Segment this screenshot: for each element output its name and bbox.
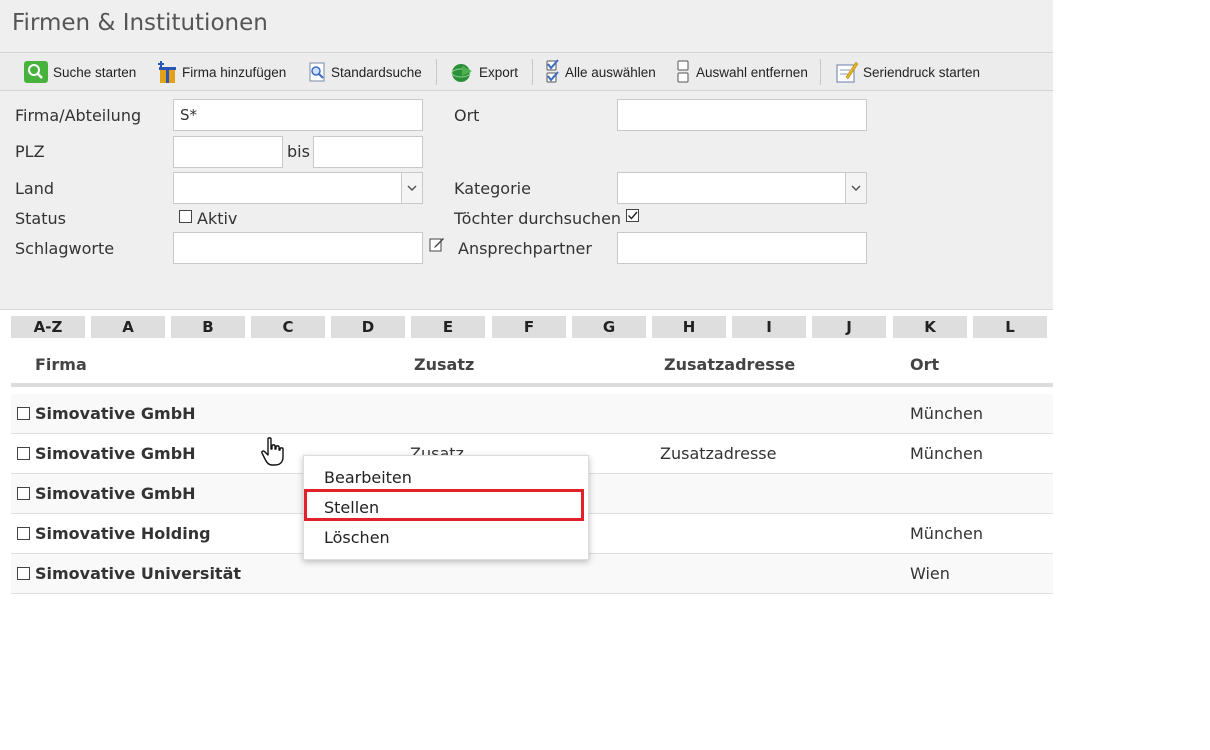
cell-firma[interactable]: Simovative GmbH <box>35 484 196 503</box>
plz-bis-label: bis <box>287 142 310 161</box>
letter-filter-button[interactable]: C <box>251 316 325 338</box>
toolbar-separator <box>532 59 533 85</box>
checkmark-icon <box>628 211 638 220</box>
letter-filter-button[interactable]: B <box>171 316 245 338</box>
select-all-label: Alle auswählen <box>565 64 656 80</box>
export-button[interactable]: Export <box>449 59 518 85</box>
toolbar-separator <box>436 59 437 85</box>
letter-filter-button[interactable]: E <box>411 316 485 338</box>
standard-search-label: Standardsuche <box>331 64 422 80</box>
row-checkbox[interactable] <box>17 567 30 580</box>
select-all-button[interactable]: Alle auswählen <box>545 59 656 85</box>
plz-from-input[interactable] <box>173 136 283 168</box>
context-menu-delete[interactable]: Löschen <box>324 528 390 547</box>
status-label: Status <box>15 209 66 228</box>
land-select[interactable] <box>173 172 423 204</box>
cell-zusatzadresse: Zusatzadresse <box>660 444 777 463</box>
column-header-ort[interactable]: Ort <box>910 355 939 374</box>
cell-ort: München <box>910 404 984 423</box>
firma-input[interactable] <box>173 99 423 131</box>
cell-firma[interactable]: Simovative GmbH <box>35 404 196 423</box>
document-search-icon <box>309 62 325 82</box>
add-company-label: Firma hinzufügen <box>182 64 287 80</box>
cell-firma[interactable]: Simovative GmbH <box>35 444 196 463</box>
letter-filter-button[interactable]: A <box>91 316 165 338</box>
deselect-button[interactable]: Auswahl entfernen <box>676 59 808 85</box>
aktiv-label: Aktiv <box>197 209 238 228</box>
context-menu-edit[interactable]: Bearbeiten <box>324 468 412 487</box>
aktiv-checkbox[interactable] <box>179 210 192 223</box>
ort-label: Ort <box>454 106 480 125</box>
letter-filter-button[interactable]: J <box>812 316 886 338</box>
cell-firma[interactable]: Simovative Universität <box>35 564 241 583</box>
gift-add-icon <box>158 61 176 83</box>
letter-filter-button[interactable]: A-Z <box>11 316 85 338</box>
row-checkbox[interactable] <box>17 447 30 460</box>
letter-filter-button[interactable]: H <box>652 316 726 338</box>
empty-checklist-icon <box>677 60 689 83</box>
column-header-firma[interactable]: Firma <box>35 355 87 374</box>
cell-ort: Wien <box>910 564 950 583</box>
chevron-down-icon[interactable] <box>845 173 866 203</box>
add-company-button[interactable]: Firma hinzufügen <box>156 59 286 85</box>
schlagworte-label: Schlagworte <box>15 239 115 258</box>
letter-filter-button[interactable]: L <box>973 316 1047 338</box>
toechter-label: Töchter durchsuchen <box>454 209 622 228</box>
table-row[interactable]: Simovative Universität Wien <box>11 554 1053 594</box>
checklist-icon <box>546 59 559 83</box>
column-header-zusatz[interactable]: Zusatz <box>414 355 474 374</box>
context-menu-stellen[interactable]: Stellen <box>324 498 379 517</box>
letter-filter-button[interactable]: F <box>492 316 566 338</box>
plz-label: PLZ <box>15 142 45 161</box>
table-row[interactable]: Simovative GmbH München <box>11 394 1053 434</box>
land-label: Land <box>15 179 55 198</box>
kategorie-label: Kategorie <box>454 179 531 198</box>
chevron-down-icon[interactable] <box>401 173 422 203</box>
export-icon <box>451 64 472 82</box>
plz-to-input[interactable] <box>313 136 423 168</box>
letter-filter-button[interactable]: G <box>572 316 646 338</box>
standard-search-button[interactable]: Standardsuche <box>307 59 422 85</box>
schlagworte-input[interactable] <box>173 232 423 264</box>
ansprechpartner-label: Ansprechpartner <box>458 239 592 258</box>
letter-filter-button[interactable]: I <box>732 316 806 338</box>
row-checkbox[interactable] <box>17 487 30 500</box>
hand-cursor-icon <box>261 437 284 466</box>
cell-ort: München <box>910 524 984 543</box>
export-label: Export <box>479 64 519 80</box>
column-header-zusatzadresse[interactable]: Zusatzadresse <box>664 355 795 374</box>
deselect-label: Auswahl entfernen <box>696 64 808 80</box>
header-divider <box>11 383 1053 387</box>
context-menu: Bearbeiten Stellen Löschen <box>303 455 589 560</box>
mail-merge-button[interactable]: Seriendruck starten <box>833 59 980 85</box>
letter-filter-bar: A-Z A B C D E F G H I J K L <box>11 316 1053 338</box>
search-icon <box>24 61 48 83</box>
toechter-checkbox[interactable] <box>626 209 639 222</box>
row-checkbox[interactable] <box>17 407 30 420</box>
cell-ort: München <box>910 444 984 463</box>
mail-merge-label: Seriendruck starten <box>863 64 981 80</box>
mail-merge-icon <box>836 61 859 83</box>
toolbar-separator <box>820 59 821 85</box>
firma-label: Firma/Abteilung <box>15 106 142 125</box>
cell-firma[interactable]: Simovative Holding <box>35 524 211 543</box>
ort-input[interactable] <box>617 99 867 131</box>
letter-filter-button[interactable]: K <box>893 316 967 338</box>
page-title: Firmen & Institutionen <box>12 10 268 36</box>
letter-filter-button[interactable]: D <box>331 316 405 338</box>
edit-icon[interactable] <box>429 236 445 252</box>
kategorie-select[interactable] <box>617 172 867 204</box>
search-button-label: Suche starten <box>53 64 137 80</box>
toolbar: Suche starten Firma hinzufügen Standards… <box>0 52 1053 91</box>
row-checkbox[interactable] <box>17 527 30 540</box>
search-button[interactable]: Suche starten <box>23 59 136 85</box>
search-panel: Firmen & Institutionen Suche starten Fir… <box>0 0 1053 310</box>
ansprechpartner-input[interactable] <box>617 232 867 264</box>
